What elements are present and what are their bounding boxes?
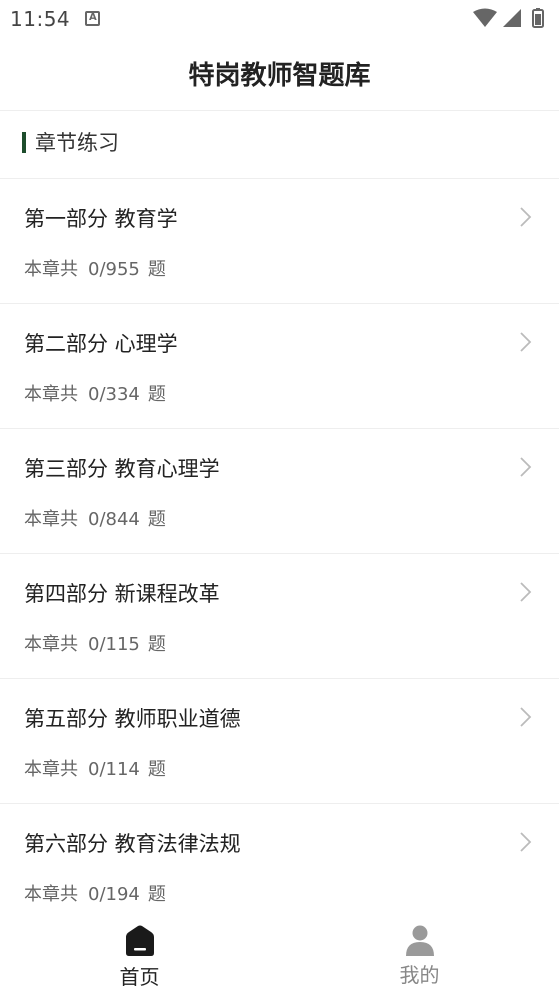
chevron-right-icon (520, 707, 532, 727)
chapter-item-6[interactable]: 第六部分 教育法律法规 本章共 0/194 题 (0, 804, 559, 929)
count-prefix: 本章共 (24, 759, 78, 780)
chevron-right-icon (520, 582, 532, 602)
count-suffix: 题 (147, 259, 166, 280)
chapter-question-count: 本章共 0/115 题 (24, 630, 166, 656)
chevron-right-icon (520, 457, 532, 477)
count-suffix: 题 (147, 634, 166, 655)
chapter-question-count: 本章共 0/194 题 (24, 880, 166, 906)
app-screen: 11:54 A 特岗教师智题库 章节练习 第一部分 教育学 本章共 0/955 题 … (0, 0, 559, 993)
chapter-item-5[interactable]: 第五部分 教师职业道德 本章共 0/114 题 (0, 679, 559, 804)
count-value: 0/115 (88, 634, 140, 655)
chapter-title: 第一部分 教育学 (24, 207, 178, 231)
chapter-question-count: 本章共 0/114 题 (24, 755, 166, 781)
home-icon (125, 925, 154, 956)
chapter-title: 第三部分 教育心理学 (24, 457, 220, 481)
count-prefix: 本章共 (24, 884, 78, 905)
bottom-nav: 首页 我的 (0, 913, 559, 993)
count-value: 0/114 (88, 759, 140, 780)
count-prefix: 本章共 (24, 509, 78, 530)
chapter-title: 第二部分 心理学 (24, 332, 178, 356)
wifi-icon (473, 8, 497, 27)
count-suffix: 题 (147, 384, 166, 405)
section-accent-bar (22, 132, 26, 153)
nav-home-label: 首页 (119, 965, 160, 989)
count-prefix: 本章共 (24, 384, 78, 405)
count-suffix: 题 (147, 884, 166, 905)
count-prefix: 本章共 (24, 634, 78, 655)
chapter-item-2[interactable]: 第二部分 心理学 本章共 0/334 题 (0, 304, 559, 429)
chapter-title: 第六部分 教育法律法规 (24, 832, 241, 856)
notification-icon: A (85, 11, 100, 26)
count-value: 0/334 (88, 384, 140, 405)
count-value: 0/955 (88, 259, 140, 280)
nav-home-tab[interactable]: 首页 (0, 913, 279, 993)
section-title: 章节练习 (35, 131, 119, 155)
app-header: 特岗教师智题库 (0, 38, 559, 111)
chapter-title: 第五部分 教师职业道德 (24, 707, 241, 731)
nav-mine-tab[interactable]: 我的 (280, 913, 559, 993)
count-value: 0/844 (88, 509, 140, 530)
count-prefix: 本章共 (24, 259, 78, 280)
count-suffix: 题 (147, 759, 166, 780)
nav-mine-label: 我的 (399, 963, 440, 987)
page-title: 特岗教师智题库 (188, 61, 371, 91)
chapter-question-count: 本章共 0/955 题 (24, 255, 166, 281)
chapter-item-4[interactable]: 第四部分 新课程改革 本章共 0/115 题 (0, 554, 559, 679)
chapter-question-count: 本章共 0/334 题 (24, 380, 166, 406)
count-value: 0/194 (88, 884, 140, 905)
chapter-list: 第一部分 教育学 本章共 0/955 题 第二部分 心理学 本章共 0/334 题 第三… (0, 179, 559, 929)
notification-letter: A (89, 12, 97, 23)
chapter-title: 第四部分 新课程改革 (24, 582, 220, 606)
chapter-item-1[interactable]: 第一部分 教育学 本章共 0/955 题 (0, 179, 559, 304)
status-bar: 11:54 A (0, 0, 559, 38)
chevron-right-icon (520, 832, 532, 852)
person-icon (405, 925, 434, 956)
chapter-item-3[interactable]: 第三部分 教育心理学 本章共 0/844 题 (0, 429, 559, 554)
status-time: 11:54 (10, 7, 71, 31)
chevron-right-icon (520, 207, 532, 227)
signal-icon (503, 9, 521, 27)
chapter-question-count: 本章共 0/844 题 (24, 505, 166, 531)
status-icons (473, 8, 544, 28)
chevron-right-icon (520, 332, 532, 352)
section-header: 章节练习 (0, 111, 559, 179)
count-suffix: 题 (147, 509, 166, 530)
